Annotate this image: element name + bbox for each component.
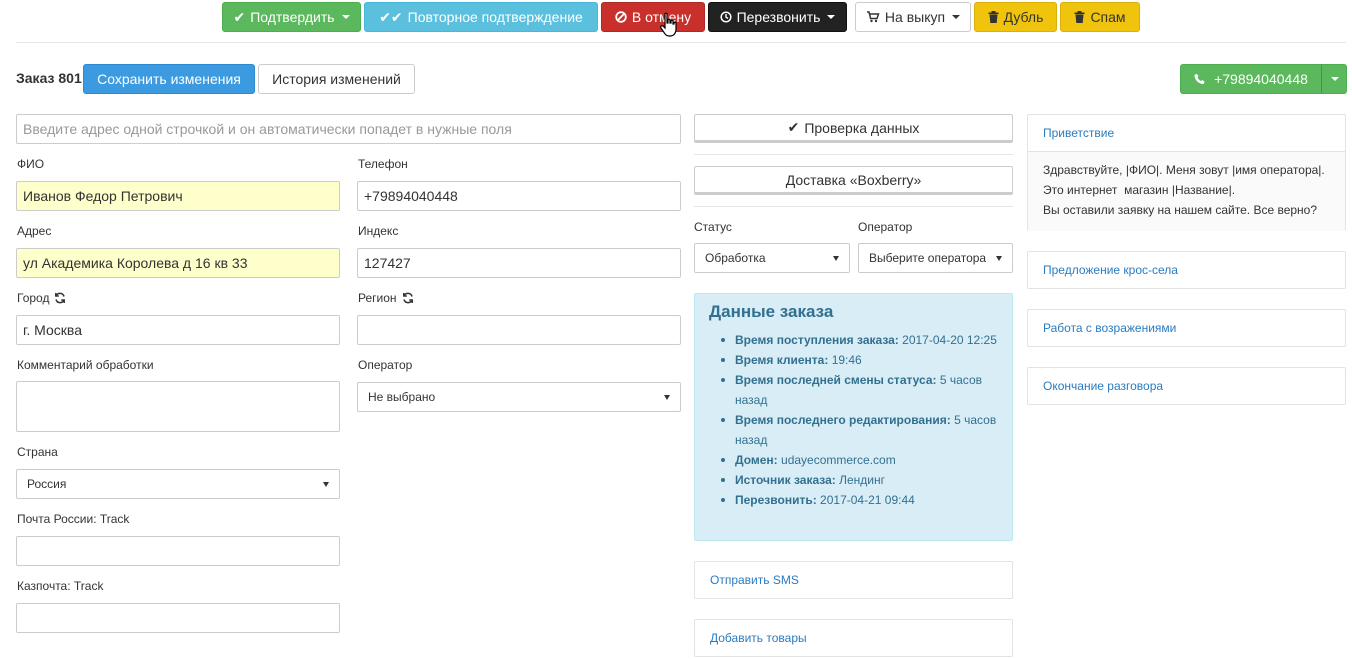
city-label: Город — [17, 291, 66, 305]
phone-input[interactable]: +79894040448 — [357, 181, 681, 211]
confirm-button[interactable]: ✔ Подтвердить — [222, 2, 361, 32]
kazpost-track-input[interactable] — [16, 603, 340, 633]
operator-label: Оператор — [858, 220, 913, 234]
greeting-title[interactable]: Приветствие — [1028, 115, 1345, 152]
address-label: Адрес — [17, 224, 52, 238]
buyout-button[interactable]: На выкуп — [855, 2, 971, 32]
duplicate-button[interactable]: Дубль — [974, 2, 1057, 32]
add-goods-link[interactable]: Добавить товары — [695, 620, 1012, 656]
index-input[interactable]: 127427 — [357, 248, 681, 278]
order-info-title: Данные заказа — [709, 302, 834, 321]
order-info-list: Время поступления заказа: 2017-04-20 12:… — [709, 330, 998, 510]
divider — [16, 42, 1346, 43]
order-info-key: Время последнего редактирования: — [735, 413, 951, 427]
order-info-value: udayecommerce.com — [781, 453, 896, 467]
country-label: Страна — [17, 445, 58, 459]
call-phone-button[interactable]: +79894040448 — [1180, 64, 1322, 94]
objections-panel[interactable]: Работа с возражениями — [1027, 309, 1346, 347]
operator-select[interactable]: Не выбрано — [357, 382, 681, 412]
objections-link[interactable]: Работа с возражениями — [1028, 310, 1345, 346]
phone-label: Телефон — [358, 157, 408, 171]
select-arrow-icon — [833, 255, 839, 261]
order-info-value: 2017-04-20 12:25 — [902, 333, 997, 347]
divider — [694, 154, 1013, 155]
divider — [694, 206, 1013, 207]
caret-down-icon — [827, 15, 836, 19]
order-info-item: Домен: udayecommerce.com — [709, 450, 998, 470]
refresh-icon[interactable] — [54, 292, 66, 304]
address-line-input[interactable]: Введите адрес одной строчкой и он автома… — [16, 114, 681, 144]
greeting-text: Здравствуйте, |ФИО|. Меня зовут |имя опе… — [1028, 152, 1345, 231]
order-info-value: 19:46 — [831, 353, 862, 367]
cart-icon — [866, 11, 880, 23]
spam-button[interactable]: Спам — [1060, 2, 1140, 32]
save-changes-button[interactable]: Сохранить изменения — [83, 64, 255, 94]
comment-label: Комментарий обработки — [17, 358, 154, 372]
greeting-script-panel: Приветствие Здравствуйте, |ФИО|. Меня зо… — [1027, 114, 1346, 231]
order-info-item: Источник заказа: Лендинг — [709, 470, 998, 490]
double-check-icon: ✔✔ — [379, 8, 403, 25]
callback-button[interactable]: Перезвонить — [708, 2, 847, 32]
region-label: Регион — [358, 291, 414, 305]
delivery-button[interactable]: Доставка «Boxberry» — [694, 166, 1013, 195]
select-arrow-icon — [323, 481, 329, 487]
assign-operator-select[interactable]: Выберите оператора — [858, 243, 1013, 273]
order-info-item: Время клиента: 19:46 — [709, 350, 998, 370]
clock-icon — [720, 11, 732, 23]
hand-cursor-icon — [660, 12, 678, 38]
reconfirm-button[interactable]: ✔✔ Повторное подтверждение — [364, 2, 598, 32]
order-info-key: Время клиента: — [735, 353, 829, 367]
send-sms-panel[interactable]: Отправить SMS — [694, 561, 1013, 599]
cross-sell-link[interactable]: Предложение крос-села — [1028, 252, 1345, 288]
fio-input[interactable]: Иванов Федор Петрович — [16, 181, 340, 211]
add-goods-panel[interactable]: Добавить товары — [694, 619, 1013, 657]
order-info-key: Домен: — [735, 453, 778, 467]
order-info-item: Время последней смены статуса: 5 часов н… — [709, 370, 998, 410]
city-input[interactable]: г. Москва — [16, 315, 340, 345]
kazpost-label: Казпочта: Track — [17, 579, 104, 593]
caret-down-icon — [1331, 77, 1339, 81]
status-label: Статус — [694, 220, 732, 234]
comment-textarea[interactable] — [16, 381, 340, 432]
refresh-icon[interactable] — [402, 292, 414, 304]
order-info-value: Лендинг — [839, 473, 885, 487]
order-info-value: 2017-04-21 09:44 — [820, 493, 915, 507]
address-input[interactable]: ул Академика Королева д 16 кв 33 — [16, 248, 340, 278]
trash-icon — [1074, 11, 1085, 23]
order-info-item: Время последнего редактирования: 5 часов… — [709, 410, 998, 450]
order-info-panel: Данные заказа Время поступления заказа: … — [694, 293, 1013, 541]
order-info-item: Время поступления заказа: 2017-04-20 12:… — [709, 330, 998, 350]
trash-icon — [988, 11, 999, 23]
select-arrow-icon — [664, 394, 670, 400]
order-info-item: Перезвонить: 2017-04-21 09:44 — [709, 490, 998, 510]
page-title: Заказ 801 — [16, 70, 82, 86]
check-data-button[interactable]: ✔ Проверка данных — [694, 114, 1013, 143]
order-info-key: Время поступления заказа: — [735, 333, 899, 347]
status-select[interactable]: Обработка — [694, 243, 850, 273]
cancel-order-button[interactable]: В отмену — [601, 2, 705, 32]
phone-icon — [1194, 73, 1206, 85]
check-icon: ✔ — [787, 119, 800, 135]
order-info-key: Перезвонить: — [735, 493, 817, 507]
order-info-key: Источник заказа: — [735, 473, 836, 487]
check-icon: ✔ — [233, 8, 246, 25]
cross-sell-panel[interactable]: Предложение крос-села — [1027, 251, 1346, 289]
russian-post-track-input[interactable] — [16, 536, 340, 566]
call-dropdown-toggle[interactable] — [1321, 64, 1347, 94]
fio-label: ФИО — [17, 157, 45, 171]
caret-down-icon — [341, 15, 350, 19]
russian-post-label: Почта России: Track — [17, 512, 130, 526]
country-select[interactable]: Россия — [16, 469, 340, 499]
send-sms-link[interactable]: Отправить SMS — [695, 562, 1012, 598]
ban-icon — [615, 11, 627, 23]
history-button[interactable]: История изменений — [258, 64, 415, 94]
region-input[interactable] — [357, 315, 681, 345]
end-call-panel[interactable]: Окончание разговора — [1027, 367, 1346, 405]
operator-label: Оператор — [358, 358, 413, 372]
order-info-key: Время последней смены статуса: — [735, 373, 937, 387]
select-arrow-icon — [996, 255, 1002, 261]
caret-down-icon — [952, 15, 961, 19]
end-call-link[interactable]: Окончание разговора — [1028, 368, 1345, 404]
index-label: Индекс — [358, 224, 399, 238]
